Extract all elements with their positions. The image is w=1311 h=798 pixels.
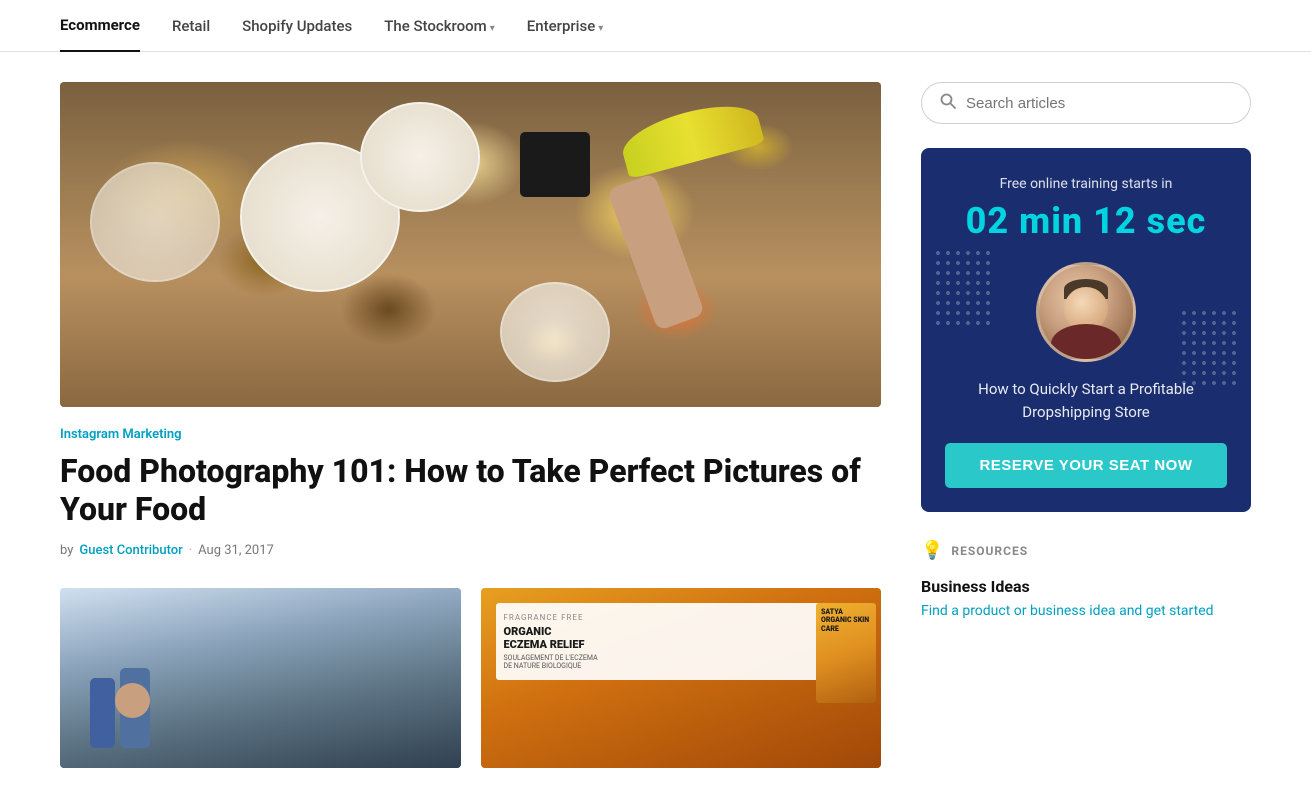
- sidebar: Free online training starts in 02 min 12…: [921, 82, 1251, 768]
- nav-item-retail[interactable]: Retail: [172, 1, 210, 51]
- resource-item-business-ideas: Business Ideas Find a product or busines…: [921, 577, 1251, 622]
- chevron-down-icon: ▾: [490, 23, 495, 34]
- meta-separator: ·: [189, 543, 192, 558]
- promo-box: Free online training starts in 02 min 12…: [921, 148, 1251, 512]
- resource-title: Business Ideas: [921, 577, 1251, 596]
- article-card-grid: FRAGRANCE FREE ORGANICECZEMA RELIEF SOUL…: [60, 588, 881, 768]
- card-1-image: [60, 588, 461, 768]
- search-icon: [940, 93, 956, 113]
- card-2[interactable]: FRAGRANCE FREE ORGANICECZEMA RELIEF SOUL…: [481, 588, 882, 768]
- avatar-body: [1051, 324, 1121, 362]
- page-content: Instagram Marketing Food Photography 101…: [0, 52, 1311, 798]
- promo-intro-text: Free online training starts in: [945, 176, 1227, 192]
- reserve-seat-button[interactable]: Reserve your seat now: [945, 443, 1227, 488]
- nav-item-enterprise[interactable]: Enterprise▾: [527, 1, 604, 51]
- dots-decoration-right: [1179, 308, 1239, 388]
- main-nav: Ecommerce Retail Shopify Updates The Sto…: [0, 0, 1311, 52]
- nav-item-shopify-updates[interactable]: Shopify Updates: [242, 1, 352, 51]
- main-column: Instagram Marketing Food Photography 101…: [60, 82, 881, 768]
- promo-timer: 02 min 12 sec: [945, 200, 1227, 242]
- author-link[interactable]: Guest Contributor: [79, 543, 182, 558]
- article-title: Food Photography 101: How to Take Perfec…: [60, 452, 881, 529]
- avatar: [1036, 262, 1136, 362]
- nav-item-ecommerce[interactable]: Ecommerce: [60, 0, 140, 52]
- article-date: Aug 31, 2017: [198, 543, 274, 558]
- article-meta: by Guest Contributor · Aug 31, 2017: [60, 543, 881, 558]
- by-label: by: [60, 543, 73, 558]
- resources-label: RESOURCES: [951, 544, 1028, 558]
- resources-header: 💡 RESOURCES: [921, 540, 1251, 561]
- hero-image: [60, 82, 881, 407]
- card-1[interactable]: [60, 588, 461, 768]
- article-category[interactable]: Instagram Marketing: [60, 427, 881, 442]
- search-input[interactable]: [966, 95, 1232, 112]
- card-2-image: FRAGRANCE FREE ORGANICECZEMA RELIEF SOUL…: [481, 588, 882, 768]
- resource-link[interactable]: Find a product or business idea and get …: [921, 602, 1251, 622]
- dots-decoration-left: [933, 248, 993, 328]
- chevron-down-icon: ▾: [598, 23, 603, 34]
- nav-item-stockroom[interactable]: The Stockroom▾: [384, 1, 495, 51]
- search-box[interactable]: [921, 82, 1251, 124]
- lightbulb-icon: 💡: [921, 540, 943, 561]
